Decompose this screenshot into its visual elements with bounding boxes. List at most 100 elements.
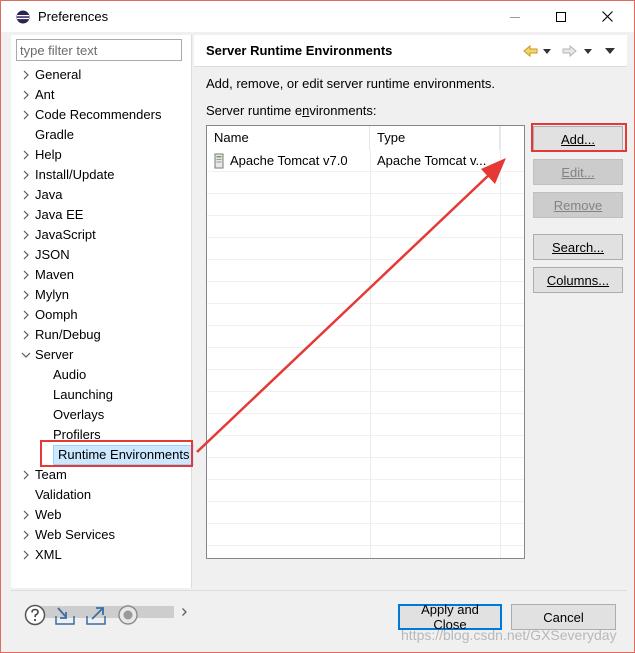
chevron-right-icon[interactable] — [21, 225, 31, 245]
tree-item-java-ee[interactable]: Java EE — [23, 205, 83, 225]
tree-item-web[interactable]: Web — [23, 505, 62, 525]
column-header-name[interactable]: Name — [207, 126, 370, 150]
page-title: Server Runtime Environments — [206, 43, 393, 58]
add-button-label: Add... — [561, 131, 595, 147]
tree-item-label: Mylyn — [35, 287, 69, 302]
tree-item-label: Validation — [35, 487, 92, 502]
view-menu-icon[interactable] — [604, 43, 616, 59]
chevron-right-icon[interactable] — [21, 325, 31, 345]
runtime-table[interactable]: Name Type Apache Tomcat v7.0 Apache Tomca… — [206, 125, 525, 559]
import-icon[interactable] — [54, 604, 76, 626]
table-row — [207, 172, 524, 194]
tree-item-ant[interactable]: Ant — [23, 85, 55, 105]
server-icon — [214, 153, 224, 169]
chevron-right-icon[interactable] — [21, 465, 31, 485]
tree-item-code-recommenders[interactable]: Code Recommenders — [23, 105, 161, 125]
add-button[interactable]: Add... — [533, 126, 623, 152]
tree-item-oomph[interactable]: Oomph — [23, 305, 78, 325]
edit-button[interactable]: Edit... — [533, 159, 623, 185]
export-icon[interactable] — [85, 604, 107, 626]
tree-item-javascript[interactable]: JavaScript — [23, 225, 96, 245]
filter-input[interactable] — [16, 39, 182, 61]
tree-item-validation[interactable]: Validation — [23, 485, 91, 505]
table-row — [207, 304, 524, 326]
column-header-type[interactable]: Type — [370, 126, 500, 150]
chevron-right-icon[interactable] — [21, 545, 31, 565]
table-row[interactable]: Apache Tomcat v7.0 Apache Tomcat v... — [207, 150, 524, 172]
tree-item-java[interactable]: Java — [23, 185, 62, 205]
tree-item-label: Overlays — [53, 407, 105, 422]
tree-item-label: Java — [35, 187, 63, 202]
title-bar: Preferences — [1, 1, 634, 32]
table-row — [207, 194, 524, 216]
tree-item-json[interactable]: JSON — [23, 245, 70, 265]
table-row — [207, 524, 524, 546]
tree-item-profilers[interactable]: Profilers — [53, 425, 101, 445]
scroll-right-icon[interactable] — [178, 606, 190, 618]
record-icon[interactable] — [117, 604, 139, 626]
tree-item-xml[interactable]: XML — [23, 545, 62, 565]
chevron-right-icon[interactable] — [21, 205, 31, 225]
chevron-right-icon[interactable] — [21, 505, 31, 525]
tree-item-launching[interactable]: Launching — [53, 385, 113, 405]
chevron-right-icon[interactable] — [21, 265, 31, 285]
maximize-icon — [556, 11, 566, 22]
chevron-right-icon[interactable] — [21, 85, 31, 105]
chevron-right-icon[interactable] — [21, 245, 31, 265]
tree-item-general[interactable]: General — [23, 65, 81, 85]
back-dropdown-icon[interactable] — [542, 43, 552, 59]
back-arrow-icon[interactable] — [522, 43, 540, 59]
window-title: Preferences — [38, 9, 109, 24]
runtime-list-label: Server runtime environments: — [206, 103, 377, 118]
chevron-right-icon[interactable] — [21, 305, 31, 325]
chevron-right-icon[interactable] — [21, 105, 31, 125]
maximize-button[interactable] — [538, 1, 584, 32]
minimize-button[interactable] — [492, 1, 538, 32]
chevron-right-icon[interactable] — [21, 285, 31, 305]
help-icon[interactable] — [24, 604, 46, 626]
table-row — [207, 216, 524, 238]
table-row — [207, 436, 524, 458]
chevron-right-icon[interactable] — [21, 185, 31, 205]
tree-item-install-update[interactable]: Install/Update — [23, 165, 115, 185]
columns-button[interactable]: Columns... — [533, 267, 623, 293]
forward-dropdown-icon[interactable] — [583, 43, 593, 59]
tree-item-overlays[interactable]: Overlays — [53, 405, 104, 425]
search-button[interactable]: Search... — [533, 234, 623, 260]
tree-item-web-services[interactable]: Web Services — [23, 525, 115, 545]
chevron-right-icon[interactable] — [21, 165, 31, 185]
eclipse-icon — [16, 10, 30, 23]
tree-item-run-debug[interactable]: Run/Debug — [23, 325, 101, 345]
close-button[interactable] — [584, 1, 630, 32]
preference-tree-pane: General Ant Code Recommenders Gradle Help Ins… — [11, 35, 195, 621]
tree-item-server[interactable]: Server — [21, 345, 73, 365]
columns-button-label: Columns... — [546, 272, 610, 288]
tree-item-label: Runtime Environments — [53, 445, 195, 465]
table-row — [207, 282, 524, 304]
chevron-right-icon[interactable] — [21, 65, 31, 85]
tree-item-label: JavaScript — [35, 227, 96, 242]
tree-item-help[interactable]: Help — [23, 145, 62, 165]
forward-arrow-icon[interactable] — [560, 43, 578, 59]
chevron-right-icon[interactable] — [21, 145, 31, 165]
tree-item-team[interactable]: Team — [23, 465, 67, 485]
preferences-window: Preferences GeneralAntCode RecommendersG… — [0, 0, 635, 653]
tree-item-label: Web — [35, 507, 62, 522]
tree-item-runtime-environments[interactable]: Runtime Environments — [53, 445, 195, 465]
tree-item-label: Code Recommenders — [35, 107, 162, 122]
table-row — [207, 348, 524, 370]
cell-type: Apache Tomcat v... — [377, 153, 487, 168]
chevron-right-icon[interactable] — [21, 525, 31, 545]
cell-name: Apache Tomcat v7.0 — [230, 153, 348, 168]
table-row — [207, 238, 524, 260]
table-row — [207, 392, 524, 414]
chevron-down-icon[interactable] — [21, 345, 31, 365]
tree-item-gradle[interactable]: Gradle — [23, 125, 74, 145]
remove-button[interactable]: Remove — [533, 192, 623, 218]
tree-item-mylyn[interactable]: Mylyn — [23, 285, 69, 305]
tree-item-label: Gradle — [35, 127, 75, 142]
tree-item-maven[interactable]: Maven — [23, 265, 74, 285]
tree-item-audio[interactable]: Audio — [53, 365, 86, 385]
tree-item-label: Web Services — [35, 527, 115, 542]
table-row — [207, 326, 524, 348]
